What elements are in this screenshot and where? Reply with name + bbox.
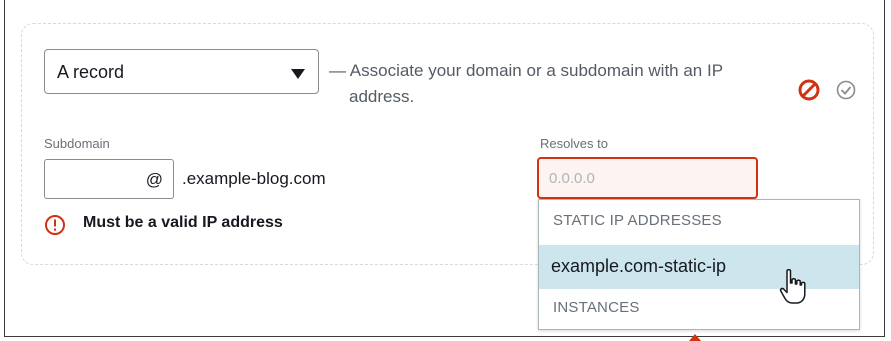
error-icon	[44, 214, 66, 241]
cancel-icon[interactable]	[797, 78, 821, 107]
record-type-description: — Associate your domain or a subdomain w…	[329, 58, 769, 110]
description-line-2: address.	[349, 87, 415, 106]
dropdown-group-instances: INSTANCES	[553, 299, 640, 316]
dropdown-group-static-ip: STATIC IP ADDRESSES	[553, 212, 722, 229]
subdomain-input[interactable]: @	[44, 159, 174, 199]
resolves-to-dropdown: STATIC IP ADDRESSES example.com-static-i…	[538, 199, 860, 330]
dropdown-option-label: example.com-static-ip	[551, 256, 727, 276]
resolves-to-placeholder: 0.0.0.0	[549, 170, 595, 187]
dropdown-option-static-ip[interactable]: example.com-static-ip	[539, 245, 859, 289]
chevron-down-icon	[291, 69, 305, 79]
record-type-value: A record	[57, 62, 125, 82]
hand-cursor-icon	[778, 268, 808, 311]
resolves-to-label: Resolves to	[540, 136, 608, 151]
domain-suffix: .example-blog.com	[182, 169, 326, 188]
at-sign: @	[145, 170, 163, 189]
error-message: Must be a valid IP address	[83, 214, 283, 231]
arrow-tip-icon	[689, 334, 701, 341]
subdomain-label: Subdomain	[44, 136, 110, 151]
description-line-1: — Associate your domain or a subdomain w…	[329, 61, 724, 80]
record-type-select[interactable]: A record	[44, 49, 319, 94]
resolves-to-input[interactable]: 0.0.0.0	[537, 157, 758, 199]
confirm-icon[interactable]	[835, 79, 857, 106]
